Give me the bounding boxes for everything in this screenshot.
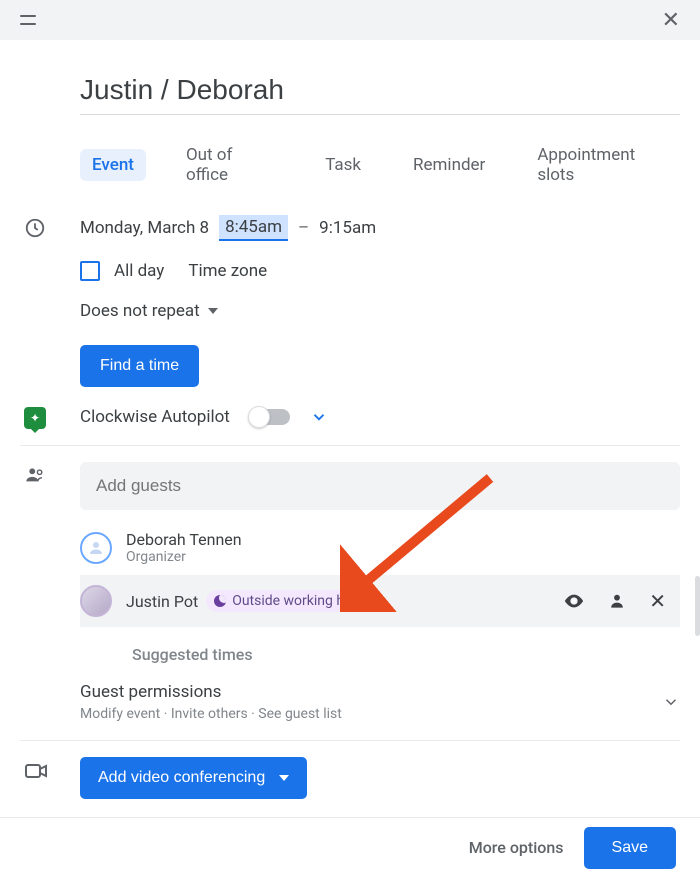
tab-appointment-slots[interactable]: Appointment slots — [525, 139, 680, 191]
end-time-input[interactable]: 9:15am — [319, 218, 376, 238]
tab-out-of-office[interactable]: Out of office — [174, 139, 285, 191]
all-day-checkbox[interactable] — [80, 261, 100, 281]
guest-name: Deborah Tennen — [126, 530, 670, 549]
caret-down-icon — [208, 308, 218, 314]
start-time-input[interactable]: 8:45am — [219, 215, 288, 241]
remove-guest-icon[interactable]: ✕ — [649, 589, 666, 613]
close-icon[interactable]: ✕ — [662, 8, 680, 33]
tab-task[interactable]: Task — [313, 149, 373, 181]
clockwise-toggle[interactable] — [250, 409, 290, 425]
permissions-title: Guest permissions — [80, 682, 342, 702]
guest-row[interactable]: Justin Pot Outside working hours ✕ — [80, 575, 680, 627]
outside-hours-badge: Outside working hours — [206, 590, 384, 612]
permissions-subtitle: Modify event · Invite others · See guest… — [80, 706, 342, 722]
clockwise-icon: ✦ — [24, 407, 46, 429]
tab-event[interactable]: Event — [80, 149, 146, 181]
avatar — [80, 532, 112, 564]
avatar — [80, 585, 112, 617]
badge-text: Outside working hours — [232, 593, 372, 609]
timezone-button[interactable]: Time zone — [188, 261, 267, 281]
repeat-label: Does not repeat — [80, 301, 200, 321]
scrollbar[interactable] — [695, 576, 700, 636]
person-icon[interactable] — [607, 591, 627, 611]
drag-handle-icon[interactable] — [20, 15, 36, 25]
clockwise-label: Clockwise Autopilot — [80, 407, 230, 427]
caret-down-icon — [279, 775, 289, 781]
divider — [20, 445, 680, 446]
guest-permissions-row[interactable]: Guest permissions Modify event · Invite … — [80, 682, 680, 722]
people-icon — [24, 464, 46, 486]
more-options-button[interactable]: More options — [469, 838, 564, 857]
repeat-dropdown[interactable]: Does not repeat — [80, 301, 680, 321]
eye-icon[interactable] — [563, 590, 585, 612]
time-dash: – — [298, 218, 309, 238]
event-type-tabs: Event Out of office Task Reminder Appoin… — [80, 139, 680, 191]
dialog-header: ✕ — [0, 0, 700, 40]
all-day-label: All day — [114, 261, 164, 281]
chevron-down-icon[interactable] — [310, 408, 328, 426]
find-time-button[interactable]: Find a time — [80, 345, 199, 387]
dialog-footer: More options Save — [0, 817, 700, 877]
guest-name: Justin Pot — [126, 592, 198, 611]
tab-reminder[interactable]: Reminder — [401, 149, 497, 181]
event-date[interactable]: Monday, March 8 — [80, 218, 209, 238]
guest-role: Organizer — [126, 549, 670, 565]
chevron-down-icon[interactable] — [662, 693, 680, 711]
clock-icon — [24, 217, 46, 239]
add-guests-input[interactable] — [80, 462, 680, 510]
moon-icon — [214, 595, 226, 607]
event-title-input[interactable] — [80, 70, 680, 115]
save-button[interactable]: Save — [584, 827, 676, 869]
add-video-button[interactable]: Add video conferencing — [80, 757, 307, 799]
suggested-times-button[interactable]: Suggested times — [132, 645, 680, 664]
divider — [20, 740, 680, 741]
video-icon — [24, 759, 48, 783]
guest-row-organizer: Deborah Tennen Organizer — [80, 520, 680, 575]
video-button-label: Add video conferencing — [98, 769, 265, 787]
